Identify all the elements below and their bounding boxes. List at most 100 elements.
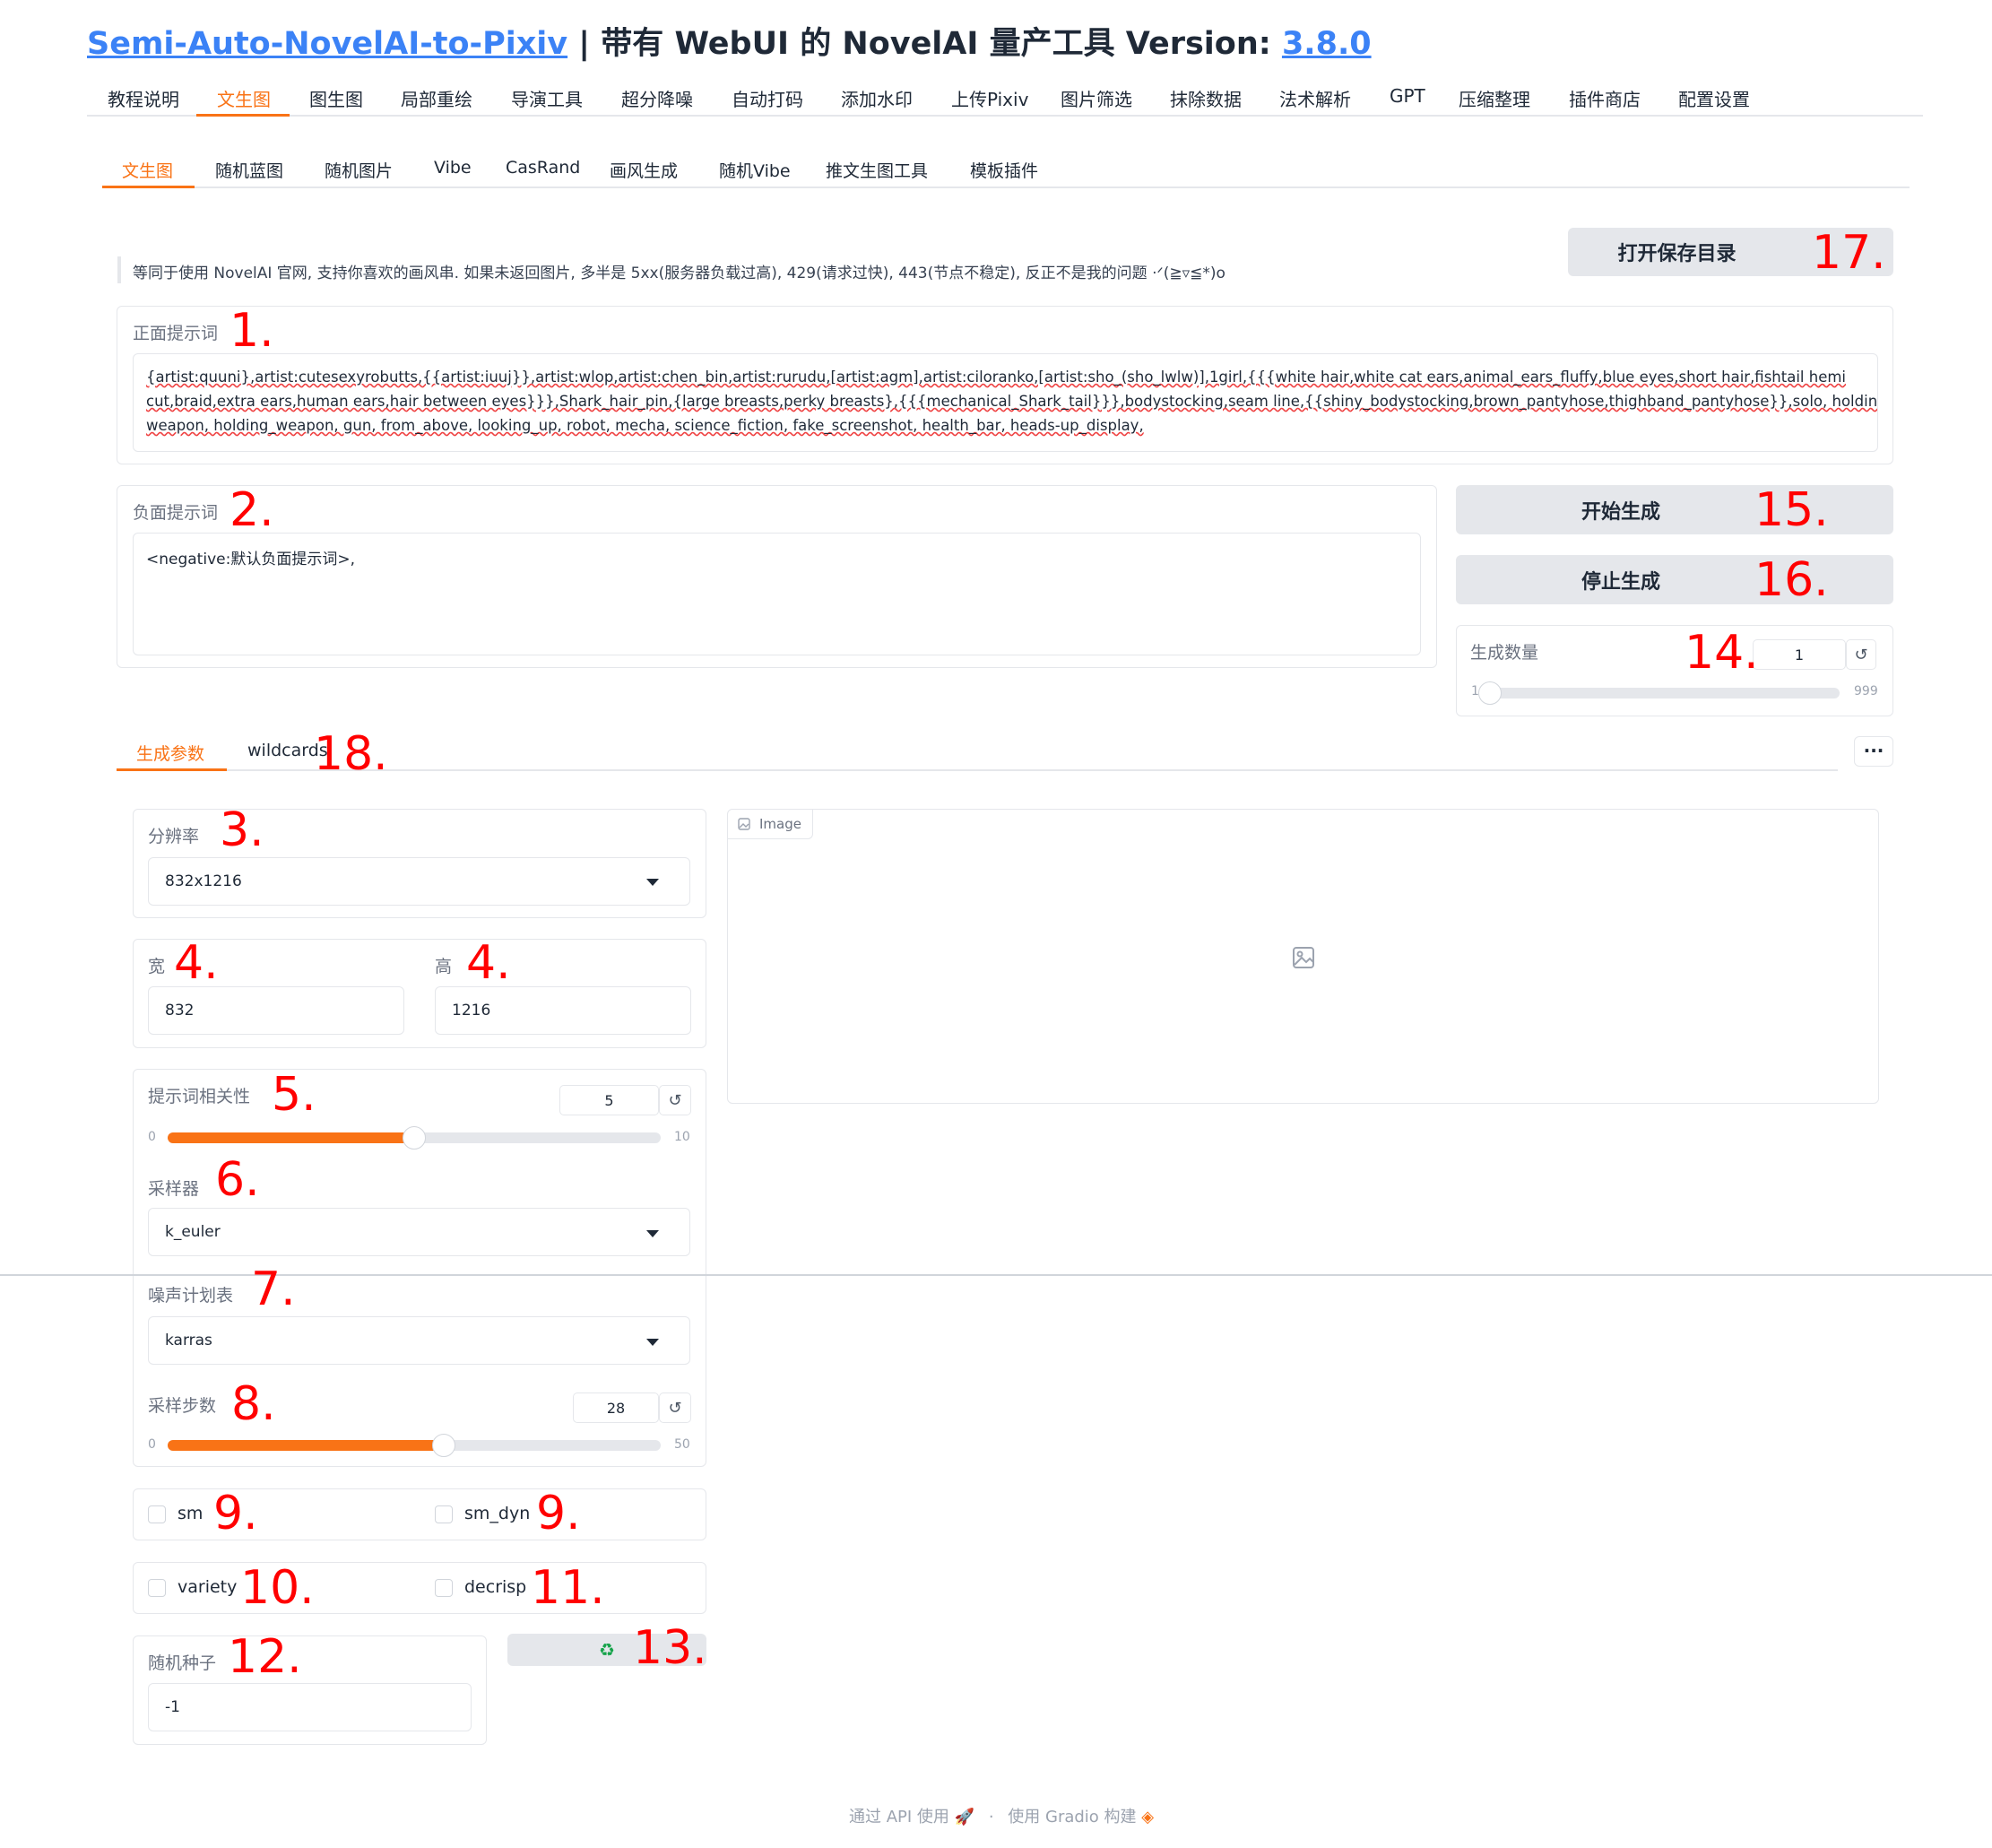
annotation-4-width: 4. [174,936,219,990]
param-tab-generate[interactable]: 生成参数 [136,741,204,765]
footer-dot: · [988,1808,994,1826]
width-label: 宽 [148,957,166,976]
height-label: 高 [435,957,453,976]
steps-label: 采样步数 [148,1396,217,1416]
resolution-chevron-down-icon [646,879,659,886]
seed-input[interactable]: -1 [148,1683,472,1731]
header-separator: | [567,26,602,62]
image-label: Image [759,815,801,832]
sm-label: sm [178,1504,204,1523]
resolution-value: 832x1216 [165,872,242,890]
main-tab-erase-data[interactable]: 抹除数据 [1170,85,1242,111]
positive-prompt-line-3: weapon, holding_weapon, gun, from_above,… [146,417,1144,434]
image-placeholder-icon [1293,947,1314,968]
rocket-icon: 🚀 [954,1808,975,1826]
seed-value: -1 [165,1698,180,1716]
repo-title-link[interactable]: Semi-Auto-NovelAI-to-Pixiv [87,26,567,62]
main-tab-director[interactable]: 导演工具 [511,85,583,111]
steps-input[interactable]: 28 [573,1393,659,1423]
width-input[interactable]: 832 [148,986,404,1035]
info-quote-bar [117,256,121,283]
header-subtitle: 带有 WebUI 的 NovelAI 量产工具 Version: [601,26,1282,62]
sub-tab-active-indicator [102,186,195,188]
cfg-reset-icon[interactable]: ↺ [659,1085,691,1115]
main-tab-upscale[interactable]: 超分降噪 [621,85,693,111]
cfg-input[interactable]: 5 [559,1085,659,1115]
sampler-dropdown[interactable]: k_euler [148,1208,690,1256]
main-tab-inpaint[interactable]: 局部重绘 [401,85,472,111]
annotation-5: 5. [272,1068,316,1122]
steps-reset-icon[interactable]: ↺ [659,1393,691,1423]
main-tab-gpt[interactable]: GPT [1390,85,1425,107]
batch-count-reset-icon[interactable]: ↺ [1846,639,1876,670]
sampler-chevron-down-icon [646,1230,659,1237]
sub-tab-bar [102,187,1910,188]
main-tab-watermark[interactable]: 添加水印 [841,85,913,111]
main-tab-mosaic[interactable]: 自动打码 [732,85,803,111]
gradio-logo-icon: ◈ [1141,1808,1155,1826]
sub-tab-txt2img[interactable]: 文生图 [122,158,173,182]
annotation-17: 17. [1812,226,1886,280]
annotation-6: 6. [215,1153,260,1207]
positive-prompt-line-1: {artist:quuni},artist:cutesexyrobutts,{{… [146,369,1847,386]
batch-count-label: 生成数量 [1470,643,1539,663]
main-tab-compress[interactable]: 压缩整理 [1459,85,1530,111]
info-text: 等同于使用 NovelAI 官网, 支持你喜欢的画风串. 如果未返回图片, 多半… [133,265,1226,282]
annotation-12: 12. [228,1630,302,1684]
main-tab-spell-parse[interactable]: 法术解析 [1279,85,1351,111]
sub-tab-random-image[interactable]: 随机图片 [325,158,393,182]
version-link[interactable]: 3.8.0 [1282,26,1372,62]
main-tab-image-filter[interactable]: 图片筛选 [1061,85,1132,111]
sub-tab-vibe[interactable]: Vibe [434,158,472,178]
negative-prompt-text: <negative:默认负面提示词>, [146,551,355,568]
main-tab-pixiv-upload[interactable]: 上传Pixiv [951,85,1028,111]
cfg-slider-thumb[interactable] [403,1126,426,1150]
main-tab-settings[interactable]: 配置设置 [1678,85,1750,111]
positive-prompt-textarea[interactable]: {artist:quuni},artist:cutesexyrobutts,{{… [133,353,1878,452]
seed-label: 随机种子 [148,1653,217,1673]
steps-slider[interactable] [168,1434,661,1457]
main-tab-active-indicator [196,114,290,117]
main-tab-plugin-store[interactable]: 插件商店 [1569,85,1641,111]
steps-slider-thumb[interactable] [432,1434,455,1457]
batch-count-slider[interactable] [1478,681,1840,705]
annotation-18: 18. [314,727,388,781]
batch-count-input[interactable]: 1 [1753,639,1846,670]
footer-api-link[interactable]: 通过 API 使用 [849,1808,949,1826]
sub-tab-tweet-tool[interactable]: 推文生图工具 [826,158,928,182]
decrisp-checkbox[interactable] [435,1579,453,1597]
annotation-3: 3. [220,803,264,857]
resolution-label: 分辨率 [148,827,200,846]
cfg-slider-fill [168,1132,414,1143]
scheduler-dropdown[interactable]: karras [148,1316,690,1365]
annotation-11: 11. [531,1561,605,1615]
sm-dyn-checkbox[interactable] [435,1505,453,1523]
cfg-label: 提示词相关性 [148,1087,251,1106]
resolution-dropdown[interactable]: 832x1216 [148,857,690,906]
annotation-13: 13. [633,1621,707,1675]
batch-slider-thumb[interactable] [1478,681,1502,705]
variety-checkbox[interactable] [148,1579,166,1597]
sub-tab-style-gen[interactable]: 画风生成 [610,158,678,182]
negative-prompt-textarea[interactable]: <negative:默认负面提示词>, [133,533,1421,655]
sub-tab-random-vibe[interactable]: 随机Vibe [719,158,791,182]
more-options-button[interactable]: ··· [1854,736,1893,767]
annotation-10: 10. [240,1561,315,1615]
annotation-7: 7. [251,1262,296,1316]
cfg-slider[interactable] [168,1126,661,1150]
main-tab-img2img[interactable]: 图生图 [309,85,363,111]
steps-min-label: 0 [148,1437,156,1452]
main-tab-txt2img[interactable]: 文生图 [217,85,271,111]
sub-tab-casrand[interactable]: CasRand [506,158,580,178]
annotation-4-height: 4. [466,936,511,990]
footer-gradio-link[interactable]: 使用 Gradio 构建 [1008,1808,1136,1826]
image-label-badge: Image [727,809,813,839]
sm-checkbox[interactable] [148,1505,166,1523]
negative-prompt-label: 负面提示词 [133,503,219,523]
sub-tab-template-plugin[interactable]: 模板插件 [970,158,1038,182]
annotation-16: 16. [1754,553,1829,607]
sub-tab-random-blueprint[interactable]: 随机蓝图 [215,158,283,182]
height-input[interactable]: 1216 [435,986,691,1035]
decrisp-label: decrisp [464,1577,527,1597]
main-tab-tutorial[interactable]: 教程说明 [108,85,179,111]
